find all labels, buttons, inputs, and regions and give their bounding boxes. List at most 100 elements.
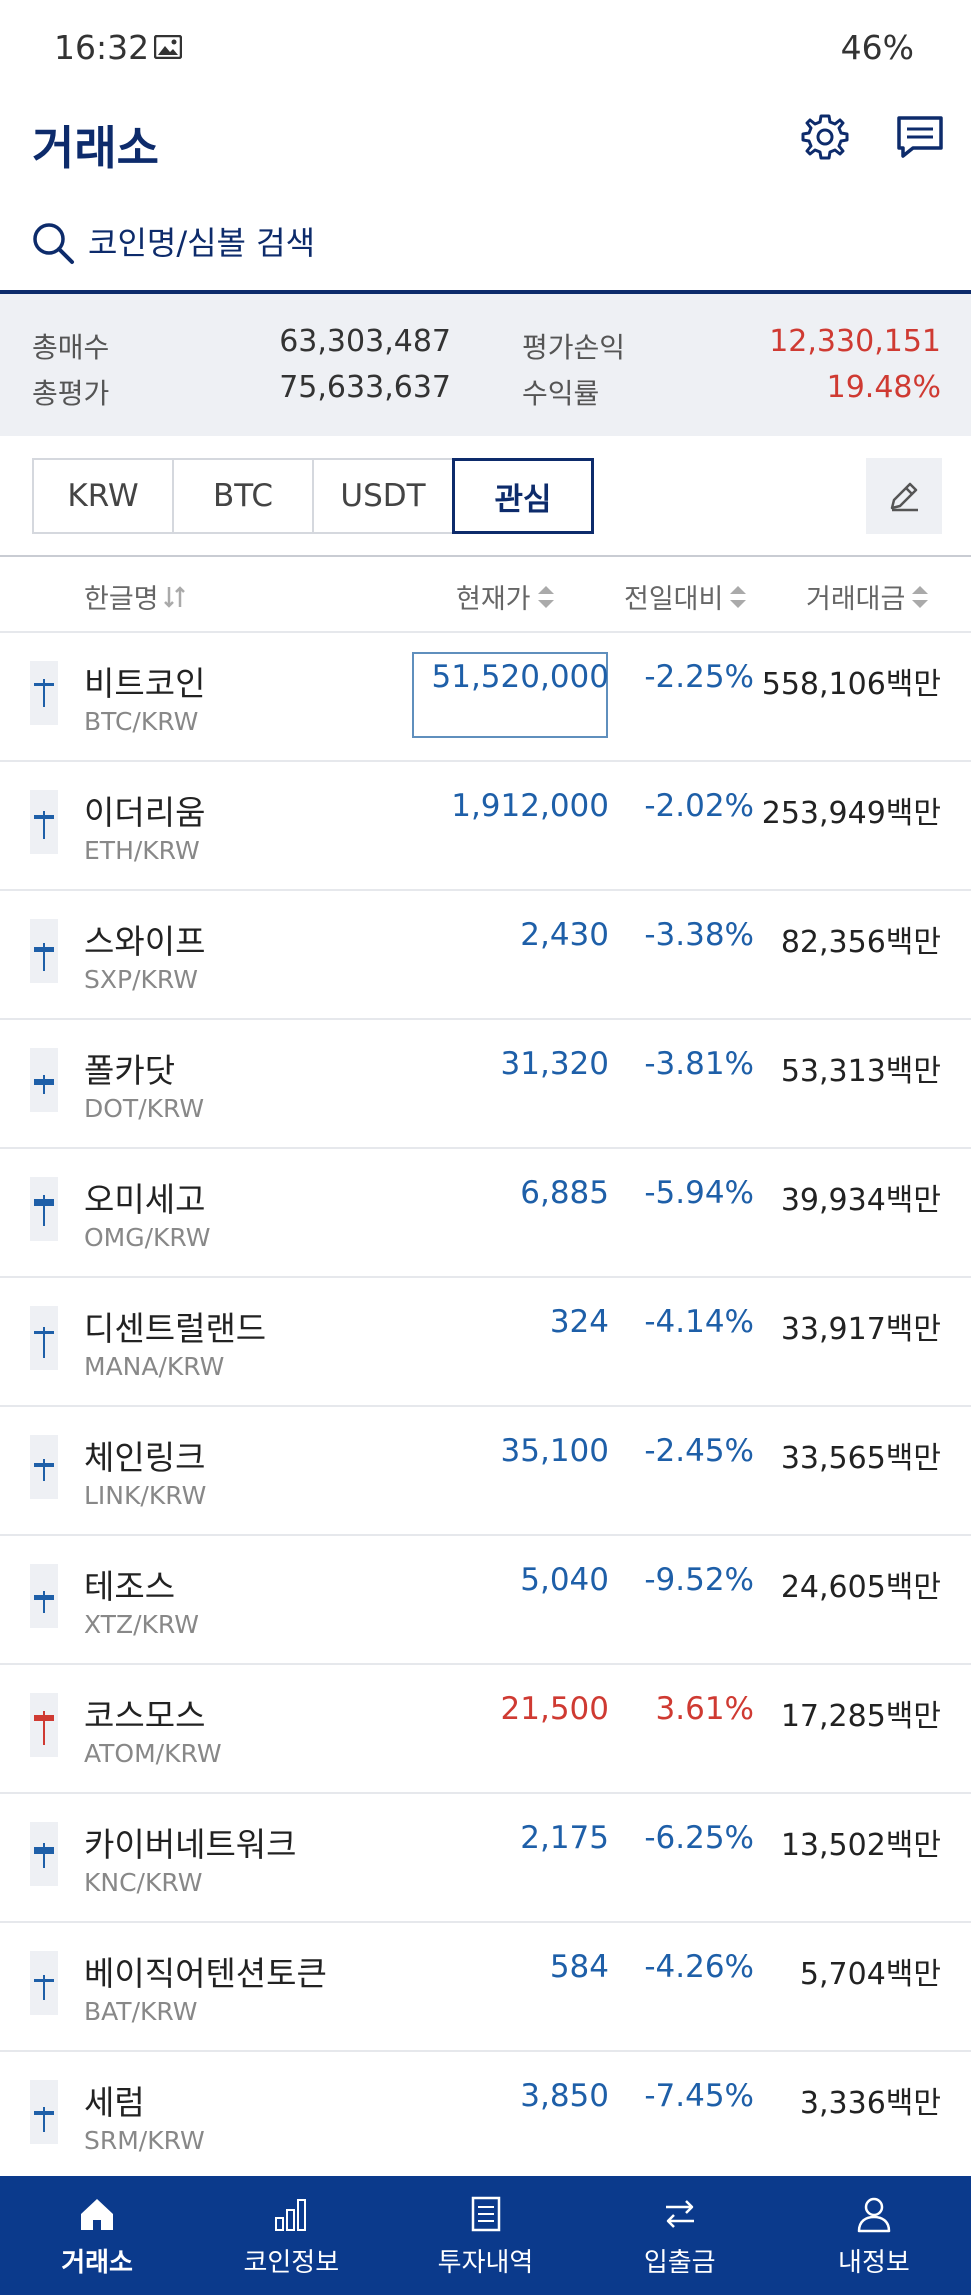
candle-icon [30, 2080, 58, 2144]
swap-sort-icon [163, 585, 185, 608]
coin-change: -7.45% [644, 2078, 754, 2114]
tab-krw[interactable]: KRW [32, 458, 174, 534]
column-change-label: 전일대비 [624, 584, 724, 615]
transfer-arrows-icon [665, 2200, 694, 2228]
sort-updown-icon [537, 585, 554, 608]
candle-glyph [34, 1711, 54, 1745]
coin-name: 테조스 [84, 1567, 176, 1606]
candle-body [34, 1463, 54, 1467]
coin-symbol: KNC/KRW [84, 1868, 203, 1897]
candle-icon [30, 1564, 58, 1628]
candle-body [34, 683, 54, 686]
candle-glyph [34, 1591, 54, 1613]
sort-by-volume[interactable]: 거래대금 [806, 577, 931, 616]
coin-row-eth[interactable]: 이더리움 ETH/KRW 1,912,000 -2.02% 253,949백만 [0, 762, 971, 891]
nav-coin-info[interactable]: 코인정보 [194, 2176, 388, 2295]
tab-usdt[interactable]: USDT [312, 458, 454, 534]
coin-name: 스와이프 [84, 922, 206, 961]
chat-icon[interactable] [893, 110, 947, 164]
candle-body [34, 1847, 54, 1854]
coin-row-mana[interactable]: 디센트럴랜드 MANA/KRW 324 -4.14% 33,917백만 [0, 1278, 971, 1407]
nav-deposit-withdraw[interactable]: 입출금 [583, 2176, 777, 2295]
coin-name: 세럼 [84, 2083, 145, 2122]
coin-symbol: BAT/KRW [84, 1997, 198, 2026]
coin-row-knc[interactable]: 카이버네트워크 KNC/KRW 2,175 -6.25% 13,502백만 [0, 1794, 971, 1923]
coin-price: 31,320 [500, 1046, 609, 1082]
nav-label: 내정보 [838, 2248, 910, 2278]
coin-price: 6,885 [520, 1175, 609, 1211]
coin-change: 3.61% [655, 1691, 754, 1727]
search-input[interactable] [88, 216, 788, 270]
page-title: 거래소 [32, 121, 159, 175]
coin-volume: 13,502백만 [780, 1828, 941, 1863]
candle-body [34, 1331, 54, 1334]
coin-volume: 82,356백만 [780, 925, 941, 960]
candle-glyph [34, 1459, 54, 1481]
tab-btc[interactable]: BTC [172, 458, 314, 534]
candle-icon [30, 1822, 58, 1886]
candle-icon [30, 790, 58, 854]
profit-loss-label: 평가손익 [522, 331, 626, 364]
coin-name: 오미세고 [84, 1180, 206, 1219]
status-time: 16:32 [54, 28, 150, 67]
nav-exchange[interactable]: 거래소 [0, 2176, 194, 2295]
gear-icon[interactable] [798, 110, 852, 164]
coin-price: 324 [549, 1304, 609, 1340]
edit-button[interactable] [866, 458, 942, 534]
nav-label: 거래소 [61, 2248, 133, 2278]
coin-price: 5,040 [520, 1562, 609, 1598]
coin-price: 3,850 [520, 2078, 609, 2114]
coin-change: -4.26% [644, 1949, 754, 1985]
coin-row-dot[interactable]: 폴카닷 DOT/KRW 31,320 -3.81% 53,313백만 [0, 1020, 971, 1149]
coin-name: 폴카닷 [84, 1051, 176, 1090]
column-headers: 한글명 현재가 전일대비 거래대금 [0, 555, 971, 633]
coin-row-bat[interactable]: 베이직어텐션토큰 BAT/KRW 584 -4.26% 5,704백만 [0, 1923, 971, 2052]
coin-row-srm[interactable]: 세럼 SRM/KRW 3,850 -7.45% 3,336백만 [0, 2052, 971, 2181]
coin-name: 카이버네트워크 [84, 1825, 297, 1864]
coin-change: -2.25% [644, 659, 754, 695]
coin-row-link[interactable]: 체인링크 LINK/KRW 35,100 -2.45% 33,565백만 [0, 1407, 971, 1536]
coin-change: -2.45% [644, 1433, 754, 1469]
candle-glyph [34, 943, 54, 971]
candle-body [34, 1979, 54, 1982]
coin-row-omg[interactable]: 오미세고 OMG/KRW 6,885 -5.94% 39,934백만 [0, 1149, 971, 1278]
candle-body [34, 1595, 54, 1600]
candle-glyph [34, 1975, 54, 2000]
candle-glyph [34, 1843, 54, 1868]
tab-favorites[interactable]: 관심 [452, 458, 594, 534]
coin-name: 체인링크 [84, 1438, 206, 1477]
coin-symbol: LINK/KRW [84, 1481, 207, 1510]
coin-symbol: SRM/KRW [84, 2126, 205, 2155]
nav-my-info[interactable]: 내정보 [777, 2176, 971, 2295]
status-bar: 16:32 46% [0, 0, 971, 100]
candle-glyph [34, 679, 54, 707]
coin-price: 21,500 [500, 1691, 609, 1727]
sort-by-price[interactable]: 현재가 [456, 577, 557, 616]
coin-symbol: MANA/KRW [84, 1352, 225, 1381]
bottom-nav: 거래소 코인정보 투자내역 입출금 내정보 [0, 2176, 971, 2295]
nav-label: 입출금 [643, 2248, 716, 2278]
search-icon [33, 223, 74, 264]
sort-by-name[interactable]: 한글명 [84, 577, 187, 616]
coin-volume: 39,934백만 [780, 1183, 941, 1218]
sort-by-change[interactable]: 전일대비 [624, 577, 749, 616]
nav-investment-history[interactable]: 투자내역 [388, 2176, 582, 2295]
coin-row-xtz[interactable]: 테조스 XTZ/KRW 5,040 -9.52% 24,605백만 [0, 1536, 971, 1665]
document-icon [471, 2196, 500, 2232]
app-header: 거래소 [0, 100, 971, 210]
coin-row-btc[interactable]: 비트코인 BTC/KRW 51,520,000 -2.25% 558,106백만 [0, 633, 971, 762]
coin-price: 1,912,000 [451, 788, 609, 824]
coin-volume: 53,313백만 [780, 1054, 941, 1089]
coin-row-sxp[interactable]: 스와이프 SXP/KRW 2,430 -3.38% 82,356백만 [0, 891, 971, 1020]
user-icon [857, 2197, 891, 2233]
coin-change: -3.38% [644, 917, 754, 953]
coin-name: 이더리움 [84, 793, 206, 832]
candle-icon [30, 1306, 58, 1370]
coin-name: 코스모스 [84, 1696, 206, 1735]
candle-body [34, 815, 54, 819]
coin-price: 2,175 [520, 1820, 609, 1856]
coin-change: -3.81% [644, 1046, 754, 1082]
coin-row-atom[interactable]: 코스모스 ATOM/KRW 21,500 3.61% 17,285백만 [0, 1665, 971, 1794]
sort-updown-icon [912, 585, 929, 608]
coin-volume: 558,106백만 [761, 667, 941, 702]
